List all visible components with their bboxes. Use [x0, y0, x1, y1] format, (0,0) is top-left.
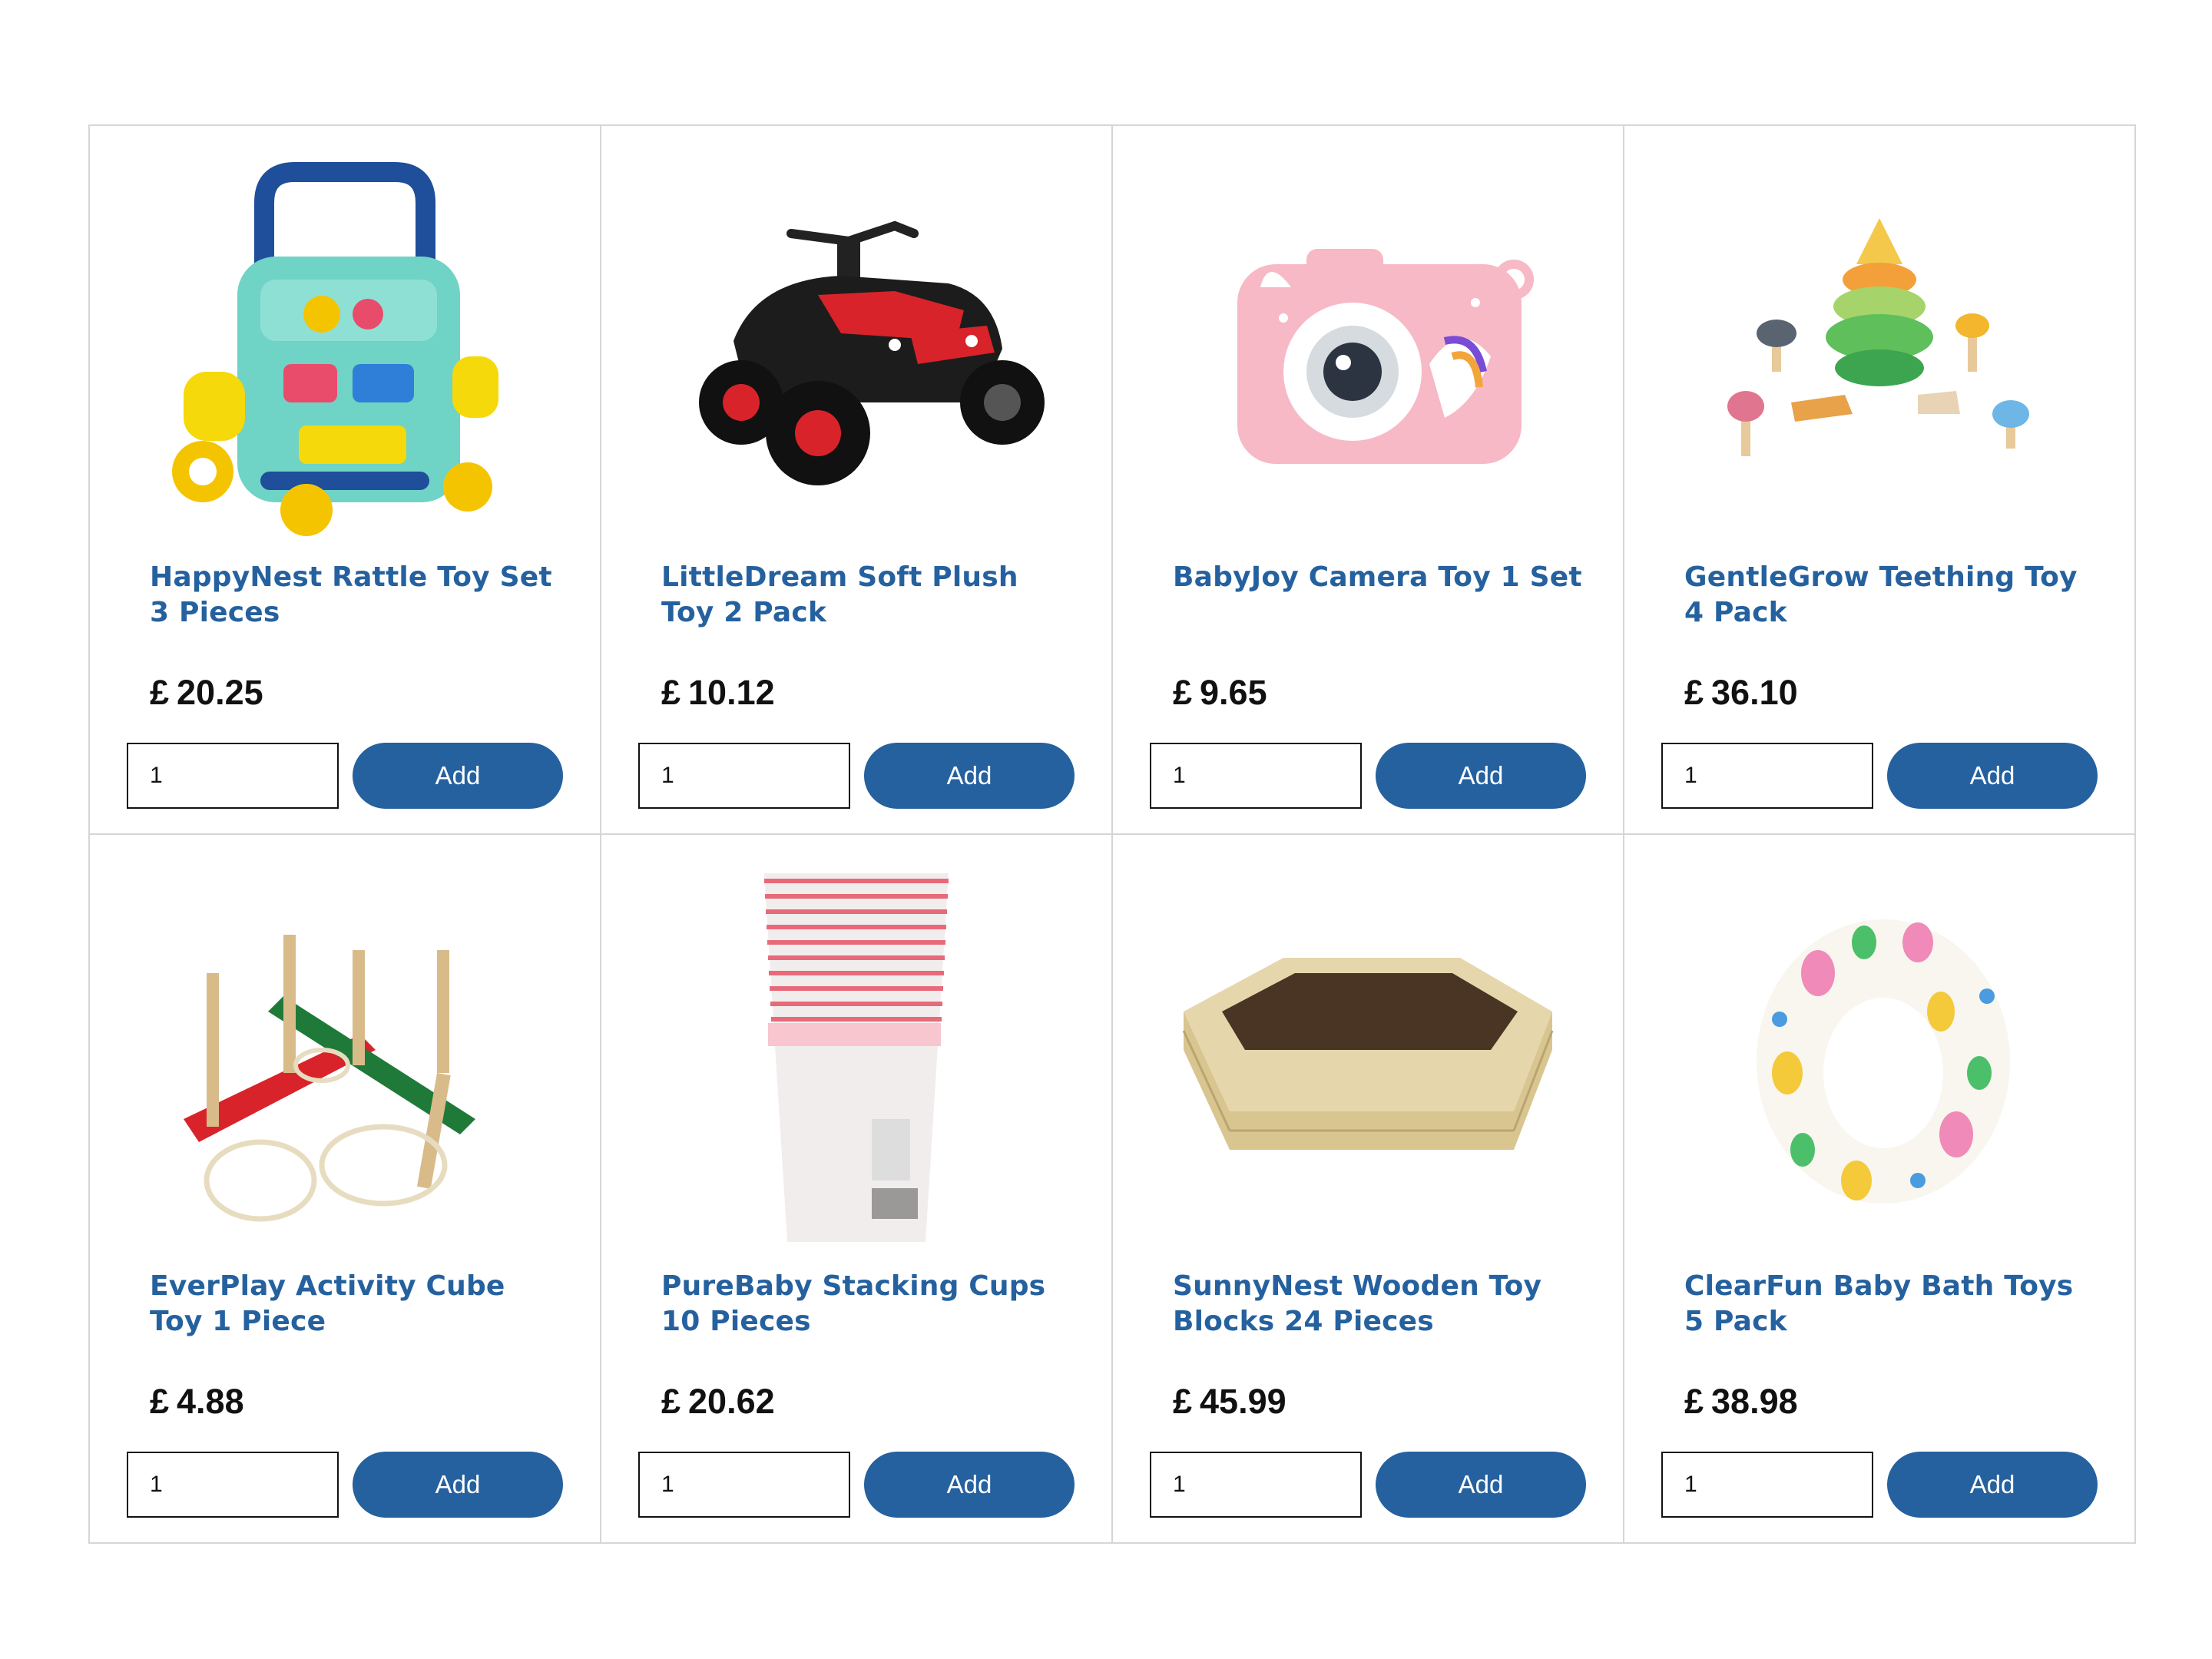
add-button[interactable]: Add: [864, 743, 1075, 809]
quantity-input[interactable]: [127, 743, 339, 809]
quantity-input[interactable]: [1150, 1452, 1362, 1518]
currency-symbol: £: [150, 1382, 170, 1421]
ring-toss-game-image[interactable]: [130, 858, 560, 1257]
quantity-input[interactable]: [127, 1452, 339, 1518]
unicorn-camera-toy-image[interactable]: [1153, 149, 1583, 548]
product-name[interactable]: SunnyNest Wooden Toy Blocks 24 Pieces: [1173, 1269, 1588, 1339]
quantity-input[interactable]: [1150, 743, 1362, 809]
price-value: 10.12: [688, 673, 775, 712]
currency-symbol: £: [1173, 673, 1193, 712]
currency-symbol: £: [150, 673, 170, 712]
product-name[interactable]: HappyNest Rattle Toy Set 3 Pieces: [150, 560, 565, 631]
product-name[interactable]: GentleGrow Teething Toy 4 Pack: [1684, 560, 2099, 631]
quantity-input[interactable]: [1661, 1452, 1873, 1518]
add-button[interactable]: Add: [1376, 1452, 1586, 1518]
wooden-forest-toy-set-image[interactable]: [1664, 149, 2094, 548]
currency-symbol: £: [1173, 1382, 1193, 1421]
product-grid: HappyNest Rattle Toy Set 3 Pieces £20.25…: [88, 124, 2136, 1544]
product-card: PureBaby Stacking Cups 10 Pieces £20.62 …: [601, 835, 1113, 1544]
product-price: £38.98: [1684, 1382, 1798, 1422]
currency-symbol: £: [661, 1382, 681, 1421]
product-price: £20.62: [661, 1382, 775, 1422]
quantity-input[interactable]: [638, 1452, 850, 1518]
add-button[interactable]: Add: [864, 1452, 1075, 1518]
product-name[interactable]: PureBaby Stacking Cups 10 Pieces: [661, 1269, 1076, 1339]
paper-cups-stack-image[interactable]: [641, 858, 1071, 1257]
product-price: £20.25: [150, 673, 263, 713]
product-name[interactable]: LittleDream Soft Plush Toy 2 Pack: [661, 560, 1076, 631]
product-price: £4.88: [150, 1382, 244, 1422]
ride-on-quad-bike-image[interactable]: [641, 149, 1071, 548]
currency-symbol: £: [661, 673, 681, 712]
add-button[interactable]: Add: [353, 743, 563, 809]
wooden-sandpit-image[interactable]: [1153, 858, 1583, 1257]
product-price: £36.10: [1684, 673, 1798, 713]
price-value: 4.88: [177, 1382, 244, 1421]
product-price: £9.65: [1173, 673, 1267, 713]
add-button[interactable]: Add: [1376, 743, 1586, 809]
product-card: HappyNest Rattle Toy Set 3 Pieces £20.25…: [90, 126, 601, 835]
product-card: EverPlay Activity Cube Toy 1 Piece £4.88…: [90, 835, 601, 1544]
add-button[interactable]: Add: [353, 1452, 563, 1518]
price-value: 45.99: [1200, 1382, 1286, 1421]
price-value: 20.25: [177, 673, 263, 712]
product-price: £10.12: [661, 673, 775, 713]
product-price: £45.99: [1173, 1382, 1286, 1422]
product-card: ClearFun Baby Bath Toys 5 Pack £38.98 Ad…: [1624, 835, 2136, 1544]
currency-symbol: £: [1684, 673, 1704, 712]
price-value: 9.65: [1200, 673, 1267, 712]
price-value: 38.98: [1711, 1382, 1798, 1421]
price-value: 36.10: [1711, 673, 1798, 712]
product-name[interactable]: EverPlay Activity Cube Toy 1 Piece: [150, 1269, 565, 1339]
product-card: SunnyNest Wooden Toy Blocks 24 Pieces £4…: [1113, 835, 1624, 1544]
add-button[interactable]: Add: [1887, 743, 2098, 809]
product-name[interactable]: ClearFun Baby Bath Toys 5 Pack: [1684, 1269, 2099, 1339]
product-card: BabyJoy Camera Toy 1 Set £9.65 Add: [1113, 126, 1624, 835]
baby-walker-toy-image[interactable]: [130, 149, 560, 548]
currency-symbol: £: [1684, 1382, 1704, 1421]
inflatable-swim-ring-image[interactable]: [1664, 858, 2094, 1257]
product-name[interactable]: BabyJoy Camera Toy 1 Set: [1173, 560, 1588, 595]
quantity-input[interactable]: [1661, 743, 1873, 809]
product-card: GentleGrow Teething Toy 4 Pack £36.10 Ad…: [1624, 126, 2136, 835]
product-card: LittleDream Soft Plush Toy 2 Pack £10.12…: [601, 126, 1113, 835]
add-button[interactable]: Add: [1887, 1452, 2098, 1518]
quantity-input[interactable]: [638, 743, 850, 809]
price-value: 20.62: [688, 1382, 775, 1421]
